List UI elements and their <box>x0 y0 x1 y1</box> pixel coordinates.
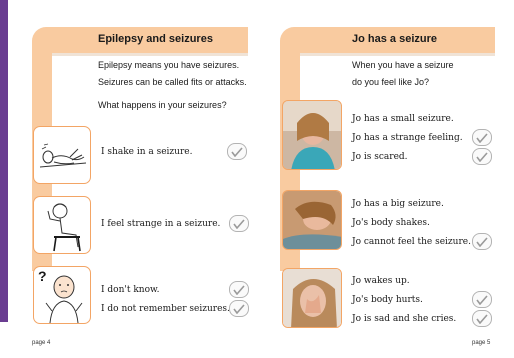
tick-box-dont-remember[interactable] <box>229 300 249 317</box>
page-number-right: page 5 <box>472 340 491 346</box>
jo-line-2: Jo has a strange feeling. <box>352 133 463 143</box>
person-sitting-dizzy-icon <box>33 196 91 254</box>
right-question: When you have a seizure do you feel like… <box>352 57 454 91</box>
tick-box-jo-cannot-feel[interactable] <box>472 233 492 250</box>
tick-box-jo-scared[interactable] <box>472 148 492 165</box>
jo-line-3: Jo is scared. <box>352 152 408 162</box>
tick-box-shake[interactable] <box>227 143 247 160</box>
book-edge <box>0 0 8 322</box>
photo-jo-big-seizure <box>282 190 342 250</box>
jo-line-4: Jo has a big seizure. <box>352 199 444 209</box>
person-question-icon: ? <box>33 266 91 324</box>
jo-line-5: Jo's body shakes. <box>352 218 430 228</box>
tick-box-strange[interactable] <box>229 215 249 232</box>
check-icon <box>231 146 243 157</box>
intro-line-2: Seizures can be called fits or attacks. <box>98 77 247 87</box>
right-page: Jo has a seizure When you have a seizure… <box>262 0 514 358</box>
check-icon <box>233 218 245 229</box>
left-page: Epilepsy and seizures Epilepsy means you… <box>8 0 260 358</box>
right-page-title: Jo has a seizure <box>352 33 437 45</box>
check-icon <box>476 151 488 162</box>
intro-line-1: Epilepsy means you have seizures. <box>98 60 240 70</box>
jo-line-6: Jo cannot feel the seizure. <box>352 237 471 247</box>
photo-jo-wakes-up <box>282 268 342 328</box>
jo-line-9: Jo is sad and she cries. <box>352 314 457 324</box>
check-icon <box>233 284 245 295</box>
question-line-2: do you feel like Jo? <box>352 77 430 87</box>
tick-box-jo-strange[interactable] <box>472 129 492 146</box>
check-icon <box>476 294 488 305</box>
statement-dont-know: I don't know. <box>101 285 160 295</box>
check-icon <box>476 236 488 247</box>
left-page-title: Epilepsy and seizures <box>98 33 213 45</box>
statement-dont-remember: I do not remember seizures. <box>101 304 230 314</box>
tick-box-jo-body-hurts[interactable] <box>472 291 492 308</box>
tick-box-dont-know[interactable] <box>229 281 249 298</box>
photo-jo-small-seizure <box>282 100 342 170</box>
jo-line-1: Jo has a small seizure. <box>352 114 454 124</box>
jo-line-7: Jo wakes up. <box>352 276 410 286</box>
svg-text:?: ? <box>38 268 47 284</box>
left-question: What happens in your seizures? <box>98 100 227 110</box>
jo-line-8: Jo's body hurts. <box>352 295 423 305</box>
statement-strange: I feel strange in a seizure. <box>101 219 221 229</box>
page-number-left: page 4 <box>32 340 51 346</box>
check-icon <box>476 313 488 324</box>
tick-box-jo-sad[interactable] <box>472 310 492 327</box>
check-icon <box>233 303 245 314</box>
check-icon <box>476 132 488 143</box>
question-line-1: When you have a seizure <box>352 60 454 70</box>
left-intro: Epilepsy means you have seizures. Seizur… <box>98 57 247 91</box>
statement-shake: I shake in a seizure. <box>101 147 193 157</box>
person-lying-down-icon <box>33 126 91 184</box>
